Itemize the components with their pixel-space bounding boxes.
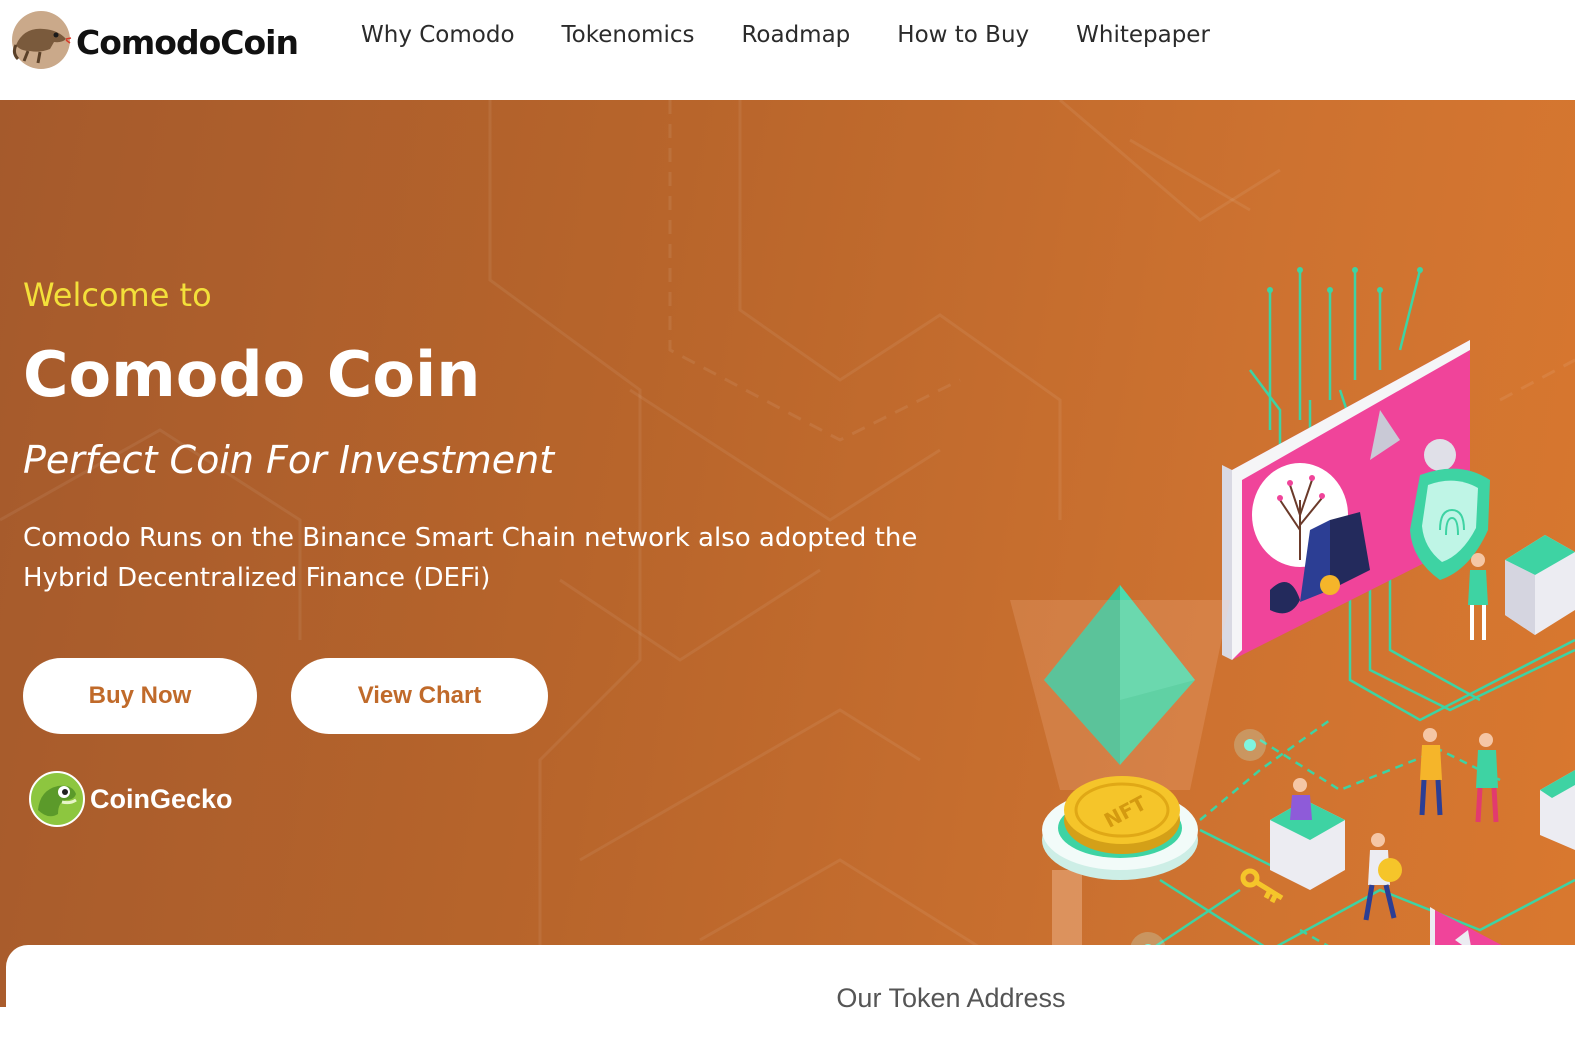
main-nav: Why Comodo Tokenomics Roadmap How to Buy… (361, 22, 1257, 48)
token-address-card: Our Token Address (6, 945, 1575, 1051)
hero-title: Comodo Coin (23, 338, 481, 411)
komodo-dragon-logo-icon (12, 11, 72, 69)
brand-logo[interactable]: ComodoCoin (10, 8, 299, 72)
coingecko-link[interactable]: CoinGecko (28, 770, 233, 828)
view-chart-button[interactable]: View Chart (291, 658, 548, 734)
token-address-title-text: Our Token Address (836, 983, 1066, 1013)
nav-why-comodo[interactable]: Why Comodo (361, 22, 515, 48)
nav-tokenomics[interactable]: Tokenomics (562, 22, 695, 48)
nft-isometric-illustration: NFT (1010, 267, 1575, 1007)
site-header: ComodoCoin Why Comodo Tokenomics Roadmap… (0, 0, 1575, 100)
hero-section: Welcome to Comodo Coin Perfect Coin For … (0, 100, 1575, 1007)
brand-name: ComodoCoin (76, 22, 299, 62)
hero-welcome-text: Welcome to (23, 276, 212, 314)
nav-roadmap[interactable]: Roadmap (741, 22, 850, 48)
token-address-title: Our Token Address (6, 983, 1575, 1014)
hero-subtitle: Perfect Coin For Investment (23, 438, 555, 482)
hero-description: Comodo Runs on the Binance Smart Chain n… (23, 523, 918, 593)
coingecko-gecko-icon (29, 771, 85, 827)
buy-now-button[interactable]: Buy Now (23, 658, 257, 734)
nav-how-to-buy[interactable]: How to Buy (897, 22, 1029, 48)
coingecko-label: CoinGecko (90, 783, 233, 814)
nav-whitepaper[interactable]: Whitepaper (1076, 22, 1210, 48)
